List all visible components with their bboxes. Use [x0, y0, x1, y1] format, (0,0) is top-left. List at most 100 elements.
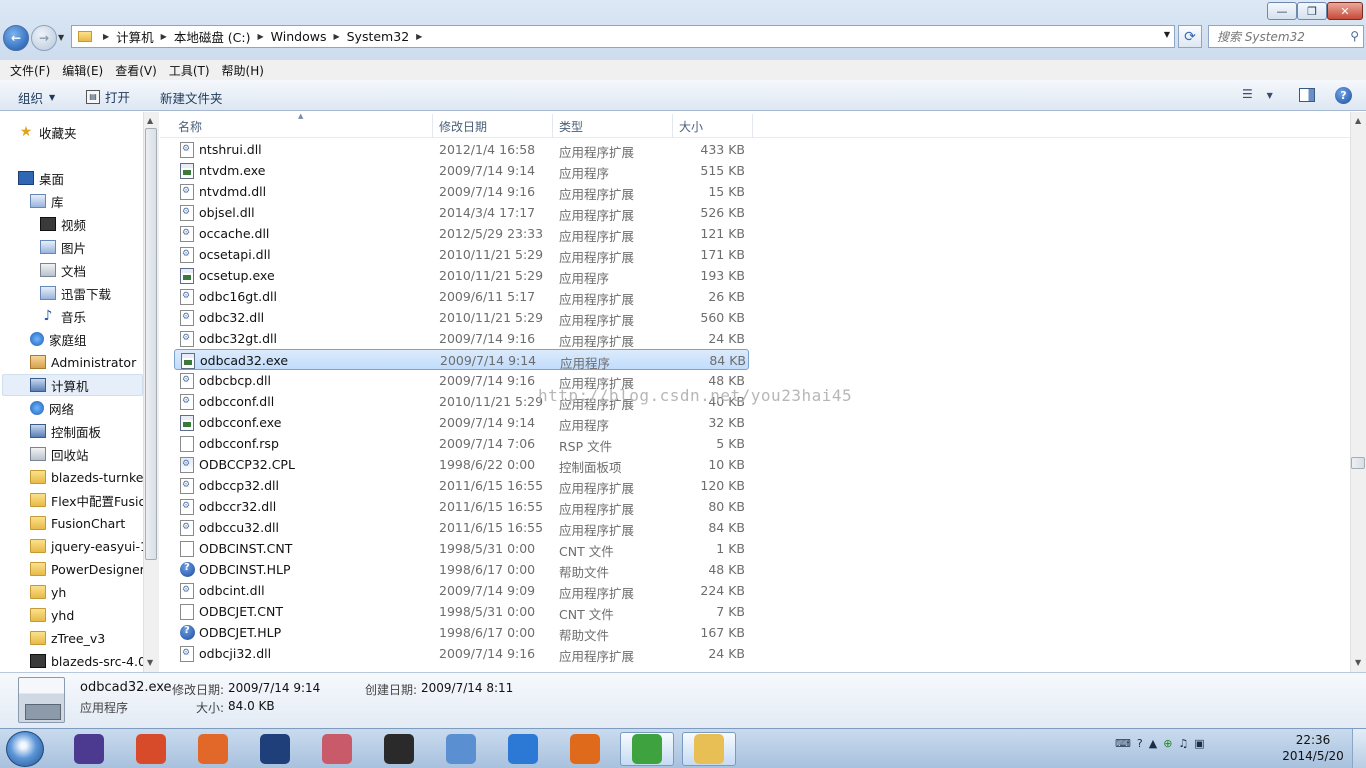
column-divider[interactable]: [672, 114, 673, 138]
scroll-down-icon[interactable]: ▼: [1355, 658, 1361, 667]
show-desktop-button[interactable]: [1352, 729, 1366, 768]
scroll-up-icon[interactable]: ▲: [147, 116, 153, 125]
clock[interactable]: 22:36 2014/5/20: [1282, 732, 1344, 764]
new-folder-button[interactable]: 新建文件夹: [160, 88, 223, 107]
add-icon[interactable]: ⊕: [1163, 737, 1172, 750]
breadcrumb-system32[interactable]: System32: [347, 29, 410, 44]
column-divider[interactable]: [752, 114, 753, 138]
file-row[interactable]: odbccp32.dll 2011/6/15 16:55 应用程序扩展 120 KB: [174, 475, 749, 496]
column-divider[interactable]: [432, 114, 433, 138]
file-row[interactable]: odbc32gt.dll 2009/7/14 9:16 应用程序扩展 24 KB: [174, 328, 749, 349]
nav-folder[interactable]: blazeds-src-4.0: [30, 650, 146, 672]
forward-button[interactable]: →: [31, 25, 57, 51]
minimize-button[interactable]: —: [1267, 2, 1297, 20]
file-row[interactable]: ODBCJET.CNT 1998/5/31 0:00 CNT 文件 7 KB: [174, 601, 749, 622]
file-row[interactable]: ODBCJET.HLP 1998/6/17 0:00 帮助文件 167 KB: [174, 622, 749, 643]
nav-library[interactable]: 库: [30, 190, 64, 212]
menu-file[interactable]: 文件(F): [4, 62, 56, 79]
file-row[interactable]: ntvdmd.dll 2009/7/14 9:16 应用程序扩展 15 KB: [174, 181, 749, 202]
address-bar[interactable]: ▶ 计算机 ▶ 本地磁盘 (C:) ▶ Windows ▶ System32 ▶…: [71, 25, 1175, 48]
scite-app[interactable]: [248, 732, 302, 766]
nav-folder[interactable]: yhd: [30, 604, 74, 626]
history-dropdown-icon[interactable]: ▼: [58, 33, 64, 42]
file-row[interactable]: odbcbcp.dll 2009/7/14 9:16 应用程序扩展 48 KB: [174, 370, 749, 391]
virtualbox-app[interactable]: [434, 732, 488, 766]
breadcrumb-chevron-icon[interactable]: ▶: [333, 32, 339, 41]
firefox-app[interactable]: [558, 732, 612, 766]
start-button[interactable]: [6, 731, 44, 767]
file-row[interactable]: odbc32.dll 2010/11/21 5:29 应用程序扩展 560 KB: [174, 307, 749, 328]
file-row[interactable]: ODBCINST.HLP 1998/6/17 0:00 帮助文件 48 KB: [174, 559, 749, 580]
menu-view[interactable]: 查看(V): [109, 62, 163, 79]
volume-icon[interactable]: ♫: [1178, 737, 1188, 750]
search-icon[interactable]: ⚲: [1350, 29, 1359, 43]
column-type[interactable]: 类型: [559, 118, 583, 135]
file-row[interactable]: odbccu32.dll 2011/6/15 16:55 应用程序扩展 84 KB: [174, 517, 749, 538]
change-view-button[interactable]: ☰ ▼: [1242, 87, 1273, 101]
nav-folder[interactable]: FusionChart: [30, 512, 125, 534]
nav-favorites[interactable]: ★ 收藏夹: [18, 121, 77, 143]
refresh-button[interactable]: ⟳: [1178, 25, 1202, 48]
nav-computer[interactable]: 计算机: [30, 374, 89, 396]
breadcrumb-chevron-icon[interactable]: ▶: [258, 32, 264, 41]
breadcrumb-chevron-icon[interactable]: ▶: [103, 32, 109, 41]
column-divider[interactable]: [552, 114, 553, 138]
nav-folder[interactable]: blazeds-turnkey: [30, 466, 151, 488]
nav-folder[interactable]: PowerDesigner1: [30, 558, 153, 580]
matlab-app[interactable]: [186, 732, 240, 766]
menu-help[interactable]: 帮助(H): [216, 62, 270, 79]
keyboard-icon[interactable]: ⌨: [1115, 737, 1131, 750]
xmind-app[interactable]: [310, 732, 364, 766]
show-hidden-icons[interactable]: ▲: [1149, 737, 1157, 750]
menu-edit[interactable]: 编辑(E): [56, 62, 109, 79]
file-row[interactable]: ocsetup.exe 2010/11/21 5:29 应用程序 193 KB: [174, 265, 749, 286]
column-size[interactable]: 大小: [679, 118, 703, 135]
address-dropdown-icon[interactable]: ▼: [1164, 30, 1170, 39]
organize-button[interactable]: 组织 ▼: [18, 88, 55, 107]
file-row[interactable]: ODBCINST.CNT 1998/5/31 0:00 CNT 文件 1 KB: [174, 538, 749, 559]
file-row[interactable]: odbccr32.dll 2011/6/15 16:55 应用程序扩展 80 KB: [174, 496, 749, 517]
file-row[interactable]: ntshrui.dll 2012/1/4 16:58 应用程序扩展 433 KB: [174, 139, 749, 160]
file-row[interactable]: odbcconf.exe 2009/7/14 9:14 应用程序 32 KB: [174, 412, 749, 433]
file-row[interactable]: occache.dll 2012/5/29 23:33 应用程序扩展 121 KB: [174, 223, 749, 244]
nav-folder[interactable]: zTree_v3: [30, 627, 105, 649]
help-icon[interactable]: ?: [1335, 87, 1352, 104]
column-name[interactable]: 名称: [178, 118, 202, 135]
file-list-scroll-thumb[interactable]: [1351, 457, 1365, 469]
nav-pictures[interactable]: 图片: [40, 236, 86, 258]
file-row[interactable]: odbcint.dll 2009/7/14 9:09 应用程序扩展 224 KB: [174, 580, 749, 601]
nav-folder[interactable]: jquery-easyui-1: [30, 535, 148, 557]
preview-pane-button[interactable]: [1299, 88, 1315, 102]
refresh-app[interactable]: [620, 732, 674, 766]
notepad-plus-app[interactable]: [124, 732, 178, 766]
nav-documents[interactable]: 文档: [40, 259, 86, 281]
breadcrumb-chevron-icon[interactable]: ▶: [416, 32, 422, 41]
eclipse-app[interactable]: [62, 732, 116, 766]
nav-videos[interactable]: 视频: [40, 213, 86, 235]
back-button[interactable]: ←: [3, 25, 29, 51]
nav-folder[interactable]: yh: [30, 581, 66, 603]
nav-recycle-bin[interactable]: 回收站: [30, 443, 89, 465]
flash-builder-app[interactable]: [372, 732, 426, 766]
nav-administrator[interactable]: Administrator: [30, 351, 136, 373]
menu-tools[interactable]: 工具(T): [163, 62, 216, 79]
file-row[interactable]: ocsetapi.dll 2010/11/21 5:29 应用程序扩展 171 KB: [174, 244, 749, 265]
network-tray-icon[interactable]: ▣: [1194, 737, 1204, 750]
file-row[interactable]: odbcconf.dll 2010/11/21 5:29 应用程序扩展 40 KB: [174, 391, 749, 412]
breadcrumb-chevron-icon[interactable]: ▶: [161, 32, 167, 41]
breadcrumb-local-disk[interactable]: 本地磁盘 (C:): [174, 27, 251, 46]
explorer-app[interactable]: [682, 732, 736, 766]
nav-homegroup[interactable]: 家庭组: [30, 328, 87, 350]
nav-folder[interactable]: Flex中配置Fusion: [30, 489, 154, 511]
scroll-up-icon[interactable]: ▲: [1355, 116, 1361, 125]
help-tray-icon[interactable]: ?: [1137, 737, 1143, 750]
nav-scroll-thumb[interactable]: [145, 128, 157, 560]
breadcrumb-windows[interactable]: Windows: [271, 29, 327, 44]
nav-xunlei-download[interactable]: 迅雷下载: [40, 282, 111, 304]
file-row[interactable]: ntvdm.exe 2009/7/14 9:14 应用程序 515 KB: [174, 160, 749, 181]
file-row[interactable]: odbc16gt.dll 2009/6/11 5:17 应用程序扩展 26 KB: [174, 286, 749, 307]
nav-control-panel[interactable]: 控制面板: [30, 420, 101, 442]
column-date[interactable]: 修改日期: [439, 118, 487, 135]
file-list-scrollbar[interactable]: ▲ ▼: [1350, 112, 1366, 672]
file-row[interactable]: ODBCCP32.CPL 1998/6/22 0:00 控制面板项 10 KB: [174, 454, 749, 475]
